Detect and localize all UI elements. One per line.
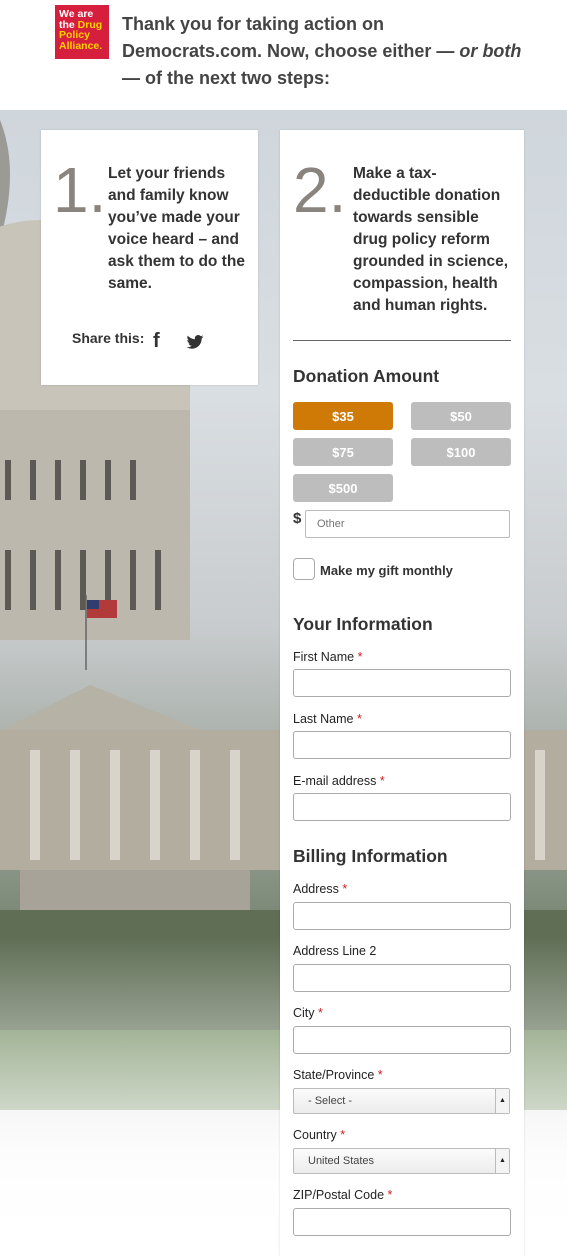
last-name-label: Last Name * (293, 712, 362, 726)
label-text: Address Line 2 (293, 944, 377, 958)
zip-field[interactable] (293, 1208, 511, 1236)
step-1-card: 1. Let your friends and family know you’… (41, 130, 258, 385)
country-select-value: United States (308, 1155, 375, 1167)
required-mark: * (340, 1128, 346, 1142)
monthly-gift-label: Make my gift monthly (320, 563, 453, 578)
zip-label: ZIP/Postal Code * (293, 1188, 392, 1202)
email-field[interactable] (293, 793, 511, 821)
label-text: ZIP/Postal Code (293, 1188, 385, 1202)
facebook-icon[interactable]: f (153, 330, 160, 353)
step-2-card: 2. Make a tax-deductible donation toward… (280, 130, 524, 1256)
label-text: Last Name (293, 712, 354, 726)
email-label: E-mail address * (293, 774, 385, 788)
your-information-title: Your Information (293, 614, 433, 634)
state-select-value: - Select - (308, 1095, 353, 1107)
label-text: First Name (293, 650, 355, 664)
step-2-number: 2. (293, 154, 347, 226)
address-field[interactable] (293, 902, 511, 930)
amount-button-100[interactable]: $100 (411, 438, 511, 466)
amount-button-500[interactable]: $500 (293, 474, 393, 502)
required-mark: * (379, 774, 385, 788)
share-label: Share this: (72, 330, 145, 346)
logo-text-line: Alliance. (59, 39, 103, 52)
address-line-2-field[interactable] (293, 964, 511, 992)
city-label: City * (293, 1006, 323, 1020)
donation-amount-title: Donation Amount (293, 366, 440, 386)
currency-symbol: $ (293, 510, 302, 527)
label-text: City (293, 1006, 315, 1020)
amount-button-35[interactable]: $35 (293, 402, 393, 430)
address-label: Address * (293, 882, 347, 896)
state-select[interactable]: - Select - ▲ (293, 1088, 510, 1114)
divider (293, 340, 511, 341)
required-mark: * (387, 1188, 393, 1202)
city-field[interactable] (293, 1026, 511, 1054)
step-2-text: Make a tax-deductible donation towards s… (353, 165, 509, 314)
other-amount-input[interactable] (305, 510, 510, 538)
required-mark: * (342, 882, 348, 896)
headline-text: both (482, 41, 522, 61)
first-name-field[interactable] (293, 669, 511, 697)
dpa-logo[interactable]: We are the Drug Policy Alliance. (55, 5, 109, 59)
headline-text: Thank you for taking action on Democrats… (122, 14, 460, 61)
headline-text: or (459, 41, 478, 61)
label-text: Country (293, 1128, 337, 1142)
address-line-2-label: Address Line 2 (293, 944, 376, 958)
monthly-gift-checkbox[interactable] (293, 558, 315, 580)
page-headline: Thank you for taking action on Democrats… (122, 11, 522, 92)
twitter-icon[interactable] (186, 335, 204, 349)
required-mark: * (318, 1006, 323, 1020)
label-text: State/Province (293, 1068, 375, 1082)
country-label: Country * (293, 1128, 345, 1142)
page-header: We are the Drug Policy Alliance. Thank y… (0, 0, 567, 110)
logo-text-line: Policy (59, 29, 90, 41)
step-1-text: Let your friends and family know you’ve … (108, 165, 245, 292)
label-text: Address (293, 882, 339, 896)
required-mark: * (377, 1068, 383, 1082)
first-name-label: First Name * (293, 650, 362, 664)
headline-text: — of the next two steps: (122, 68, 331, 88)
amount-button-50[interactable]: $50 (411, 402, 511, 430)
chevron-down-icon: ▲ (495, 1089, 509, 1113)
step-1-number: 1. (53, 154, 107, 226)
state-label: State/Province * (293, 1068, 383, 1082)
billing-information-title: Billing Information (293, 846, 448, 866)
label-text: E-mail address (293, 774, 377, 788)
country-select[interactable]: United States ▲ (293, 1148, 510, 1174)
required-mark: * (356, 712, 362, 726)
chevron-down-icon: ▲ (495, 1149, 509, 1173)
required-mark: * (357, 650, 363, 664)
last-name-field[interactable] (293, 731, 511, 759)
amount-button-75[interactable]: $75 (293, 438, 393, 466)
